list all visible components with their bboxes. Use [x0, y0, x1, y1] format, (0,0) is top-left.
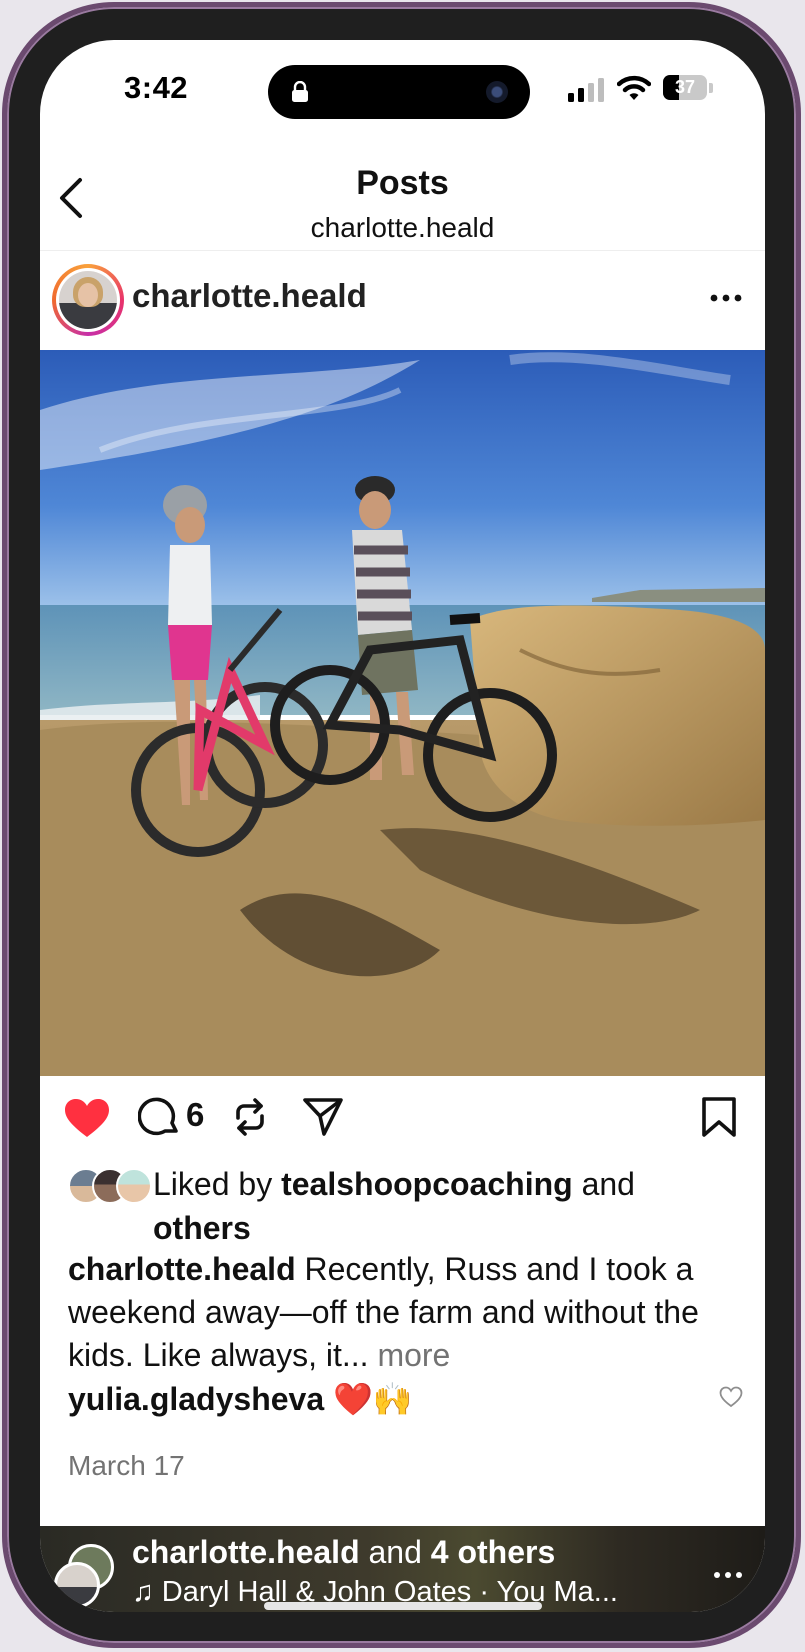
comment-like-heart-icon[interactable] — [719, 1386, 743, 1408]
beach-bikes-photo — [40, 350, 765, 1076]
battery-icon: 37 — [663, 75, 707, 100]
post-header: charlotte.heald — [40, 250, 765, 350]
next-post-others[interactable]: 4 others — [431, 1534, 555, 1570]
next-post-more-icon[interactable] — [713, 1570, 743, 1580]
next-post-header[interactable]: charlotte.heald and 4 others ♫ Daryl Hal… — [40, 1526, 765, 1612]
story-ring-avatar[interactable] — [52, 264, 124, 336]
comment-count[interactable]: 6 — [186, 1096, 204, 1134]
status-bar: 3:42 37 — [40, 40, 765, 138]
bookmark-icon[interactable] — [701, 1096, 737, 1138]
home-indicator[interactable] — [264, 1602, 542, 1610]
share-paper-plane-icon[interactable] — [302, 1096, 344, 1138]
caption-more-link[interactable]: more — [377, 1337, 450, 1373]
liked-by-text: Liked by tealshoopcoaching and others — [153, 1162, 723, 1250]
avatar — [59, 271, 117, 329]
screen: 3:42 37 Posts charlotte.heald charlotte.… — [40, 40, 765, 1612]
signal-icon — [568, 78, 604, 102]
dynamic-island — [268, 65, 530, 119]
post-username[interactable]: charlotte.heald — [132, 277, 367, 315]
next-post-user[interactable]: charlotte.heald — [132, 1534, 360, 1570]
repost-icon[interactable] — [230, 1096, 270, 1138]
caption-username[interactable]: charlotte.heald — [68, 1251, 296, 1287]
liked-by-prefix: Liked by — [153, 1166, 282, 1202]
liked-avatars — [68, 1168, 152, 1204]
heart-filled-icon[interactable] — [64, 1098, 110, 1138]
comment-text: ❤️🙌 — [324, 1381, 413, 1417]
next-post-avatar — [54, 1562, 100, 1608]
nav-header: Posts charlotte.heald — [40, 138, 765, 251]
page-title: Posts — [356, 164, 449, 202]
liked-by-others[interactable]: others — [153, 1210, 251, 1246]
status-time: 3:42 — [124, 70, 189, 105]
more-options-icon[interactable] — [709, 292, 743, 304]
comment-bubble-icon[interactable] — [138, 1096, 180, 1138]
action-bar: 6 — [40, 1076, 765, 1160]
comment-username[interactable]: yulia.gladysheva — [68, 1381, 324, 1417]
post-date: March 17 — [68, 1450, 185, 1481]
next-post-title[interactable]: charlotte.heald and 4 others — [132, 1534, 555, 1571]
top-comment: yulia.gladysheva ❤️🙌 — [68, 1380, 728, 1426]
post-photo[interactable] — [40, 350, 765, 1076]
page-subtitle: charlotte.heald — [310, 212, 495, 243]
battery-tip — [709, 83, 713, 93]
post-caption: charlotte.heald Recently, Russ and I too… — [68, 1248, 728, 1377]
next-post-and: and — [359, 1534, 431, 1570]
liked-by-and: and — [572, 1166, 635, 1202]
liker-avatar — [116, 1168, 152, 1204]
camera-icon — [486, 81, 508, 103]
battery-percent: 37 — [674, 77, 696, 97]
lock-icon — [292, 81, 308, 102]
liked-by-user[interactable]: tealshoopcoaching — [281, 1166, 573, 1202]
wifi-icon — [617, 75, 651, 100]
